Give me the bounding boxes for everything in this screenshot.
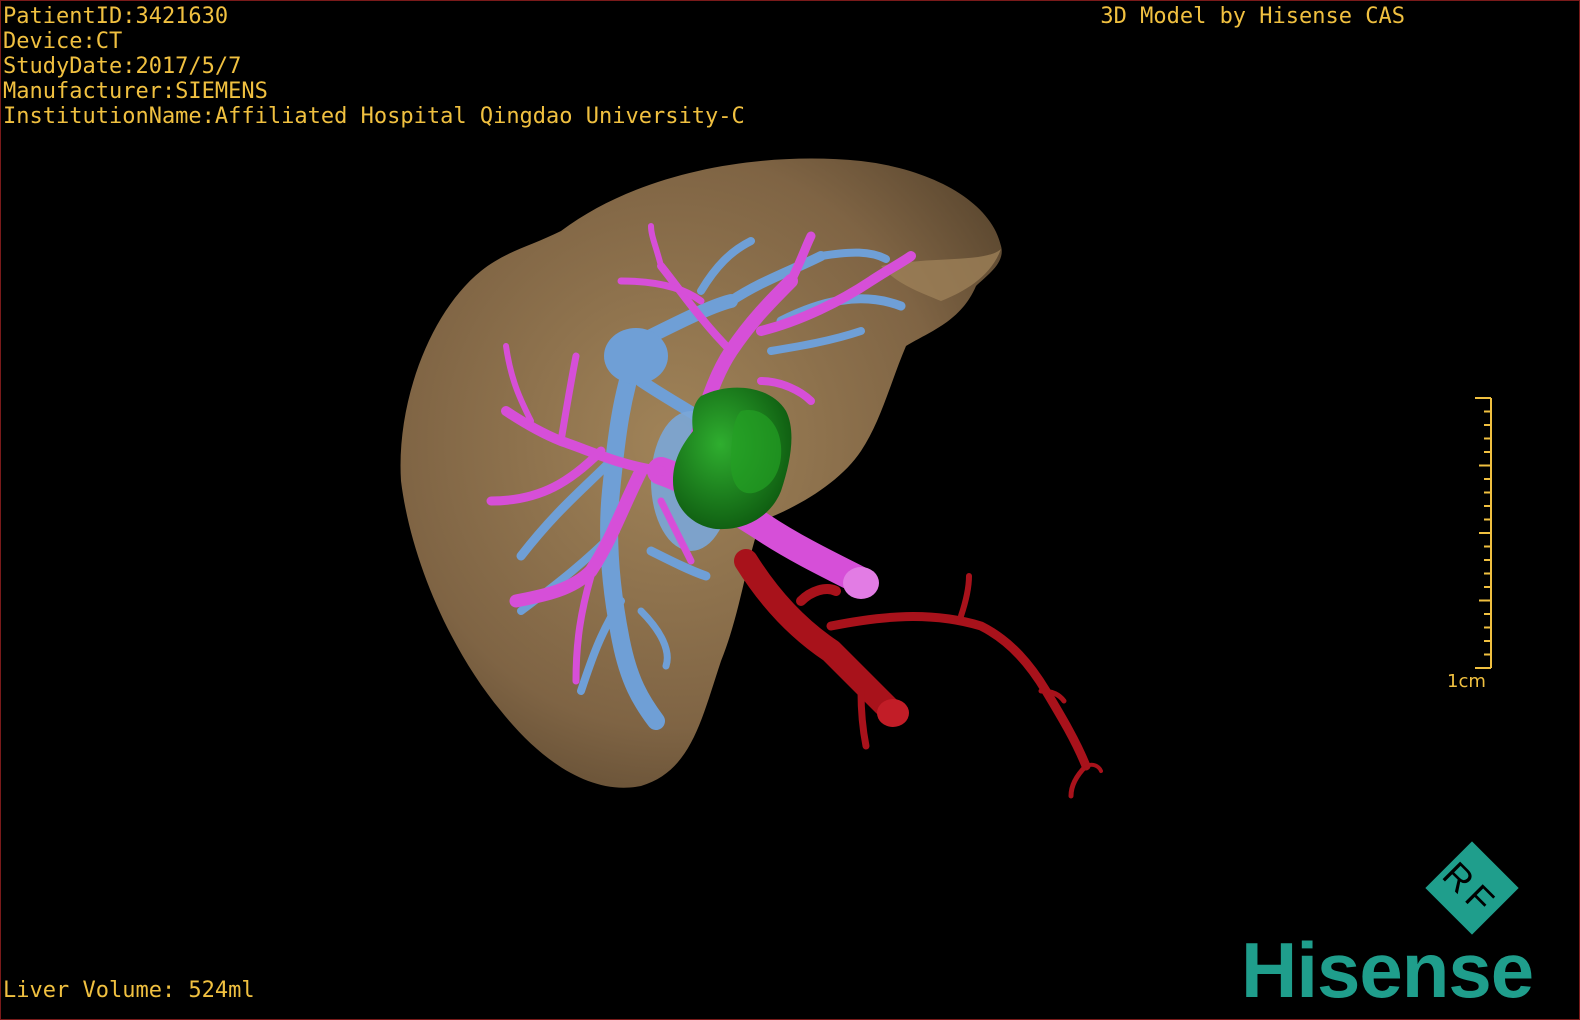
3d-viewport[interactable]: PatientID:3421630 Device:CT StudyDate:20… <box>0 0 1580 1020</box>
liver-3d-model[interactable] <box>1 1 1579 1019</box>
portal-vein-end <box>843 567 879 599</box>
institution-name: InstitutionName:Affiliated Hospital Qing… <box>3 104 745 129</box>
liver-volume: Liver Volume: 524ml <box>3 978 255 1003</box>
scale-label: 1cm <box>1447 671 1486 692</box>
manufacturer: Manufacturer:SIEMENS <box>3 79 268 104</box>
hepatic-artery <box>734 549 1103 799</box>
scale-bar <box>1475 397 1492 669</box>
artery-end <box>877 699 909 727</box>
hepatic-vein-trunk <box>604 328 668 384</box>
rf-badge-text: RF <box>1435 854 1506 925</box>
hisense-logo: Hisense <box>1241 926 1534 1014</box>
study-date: StudyDate:2017/5/7 <box>3 54 242 79</box>
patient-id: PatientID:3421630 <box>3 4 229 29</box>
device: Device:CT <box>3 29 123 54</box>
model-credit: 3D Model by Hisense CAS <box>1100 4 1405 29</box>
